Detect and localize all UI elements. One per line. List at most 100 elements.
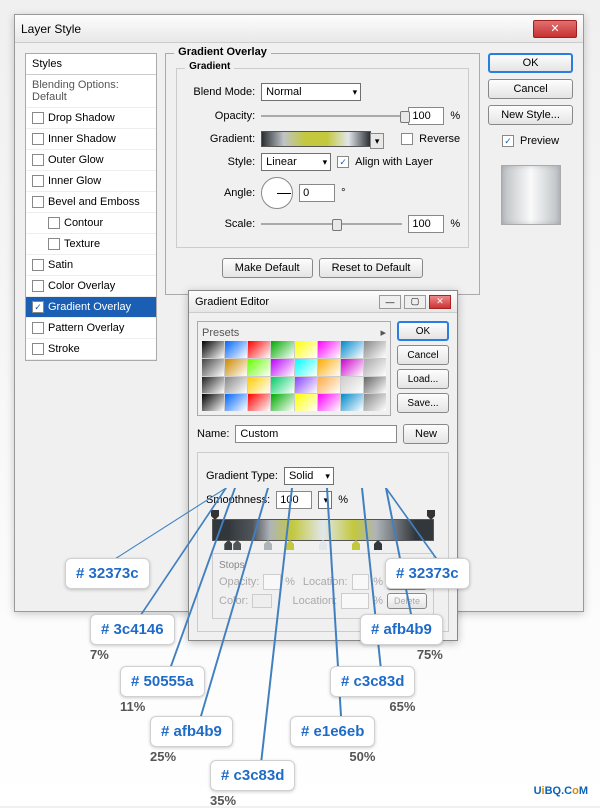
angle-dial[interactable] — [261, 177, 293, 209]
stop-location-input[interactable] — [341, 593, 369, 609]
preset-swatch[interactable] — [318, 394, 340, 411]
opacity-input[interactable]: 100 — [408, 107, 444, 125]
preset-swatch[interactable] — [364, 341, 386, 358]
presets-grid[interactable] — [202, 341, 386, 411]
preset-swatch[interactable] — [341, 341, 363, 358]
style-item-inner-glow[interactable]: Inner Glow — [26, 171, 156, 192]
preset-swatch[interactable] — [248, 394, 270, 411]
checkbox-icon[interactable] — [32, 322, 44, 334]
cancel-button[interactable]: Cancel — [488, 79, 573, 99]
grad-type-select[interactable]: Solid — [284, 467, 334, 485]
blending-options-item[interactable]: Blending Options: Default — [26, 75, 156, 108]
make-default-button[interactable]: Make Default — [222, 258, 313, 278]
color-stop[interactable] — [286, 540, 294, 550]
preset-swatch[interactable] — [295, 394, 317, 411]
reset-default-button[interactable]: Reset to Default — [319, 258, 424, 278]
color-stop[interactable] — [224, 540, 232, 550]
preset-swatch[interactable] — [202, 359, 224, 376]
style-item-gradient-overlay[interactable]: ✓Gradient Overlay — [26, 297, 156, 318]
checkbox-icon[interactable] — [32, 280, 44, 292]
preset-swatch[interactable] — [318, 341, 340, 358]
style-item-color-overlay[interactable]: Color Overlay — [26, 276, 156, 297]
color-stop[interactable] — [233, 540, 241, 550]
preview-checkbox[interactable]: ✓ — [502, 135, 514, 147]
angle-input[interactable]: 0 — [299, 184, 335, 202]
style-item-texture[interactable]: Texture — [26, 234, 156, 255]
color-stop[interactable] — [352, 540, 360, 550]
presets-menu-icon[interactable]: ▸ — [380, 326, 386, 339]
ge-save-button[interactable]: Save... — [397, 393, 449, 413]
style-item-stroke[interactable]: Stroke — [26, 339, 156, 360]
preset-swatch[interactable] — [364, 394, 386, 411]
preset-swatch[interactable] — [295, 359, 317, 376]
checkbox-icon[interactable] — [32, 133, 44, 145]
checkbox-icon[interactable]: ✓ — [32, 301, 44, 313]
titlebar[interactable]: Layer Style ✕ — [15, 15, 583, 43]
opacity-stop[interactable] — [211, 510, 219, 520]
style-item-contour[interactable]: Contour — [26, 213, 156, 234]
preset-swatch[interactable] — [248, 341, 270, 358]
preset-swatch[interactable] — [295, 341, 317, 358]
scale-slider[interactable] — [261, 217, 402, 231]
preset-swatch[interactable] — [271, 377, 293, 394]
ge-close-button[interactable]: ✕ — [429, 295, 451, 309]
preset-swatch[interactable] — [295, 377, 317, 394]
new-style-button[interactable]: New Style... — [488, 105, 573, 125]
style-item-bevel-and-emboss[interactable]: Bevel and Emboss — [26, 192, 156, 213]
maximize-icon[interactable]: ▢ — [404, 295, 426, 309]
new-gradient-button[interactable]: New — [403, 424, 449, 444]
delete-opacity-stop-button[interactable]: Delete — [387, 574, 427, 590]
close-button[interactable]: ✕ — [533, 20, 577, 38]
preset-swatch[interactable] — [341, 394, 363, 411]
reverse-checkbox[interactable] — [401, 133, 413, 145]
checkbox-icon[interactable] — [32, 175, 44, 187]
preset-swatch[interactable] — [364, 359, 386, 376]
checkbox-icon[interactable] — [48, 217, 60, 229]
ok-button[interactable]: OK — [488, 53, 573, 73]
stop-color-swatch[interactable] — [252, 594, 272, 608]
color-stop[interactable] — [264, 540, 272, 550]
preset-swatch[interactable] — [271, 341, 293, 358]
preset-swatch[interactable] — [248, 359, 270, 376]
smoothness-dropdown-icon[interactable] — [318, 491, 332, 509]
scale-input[interactable]: 100 — [408, 215, 444, 233]
preset-swatch[interactable] — [225, 341, 247, 358]
name-input[interactable]: Custom — [235, 425, 397, 443]
style-item-inner-shadow[interactable]: Inner Shadow — [26, 129, 156, 150]
delete-color-stop-button[interactable]: Delete — [387, 593, 427, 609]
checkbox-icon[interactable] — [32, 343, 44, 355]
blend-mode-select[interactable]: Normal — [261, 83, 361, 101]
color-stop[interactable] — [374, 540, 382, 550]
checkbox-icon[interactable] — [32, 259, 44, 271]
style-select[interactable]: Linear — [261, 153, 331, 171]
preset-swatch[interactable] — [225, 394, 247, 411]
preset-swatch[interactable] — [202, 341, 224, 358]
preset-swatch[interactable] — [202, 377, 224, 394]
checkbox-icon[interactable] — [48, 238, 60, 250]
preset-swatch[interactable] — [225, 359, 247, 376]
smoothness-input[interactable]: 100 — [276, 491, 312, 509]
color-stop[interactable] — [319, 540, 327, 550]
preset-swatch[interactable] — [202, 394, 224, 411]
preset-swatch[interactable] — [225, 377, 247, 394]
checkbox-icon[interactable] — [32, 154, 44, 166]
preset-swatch[interactable] — [318, 359, 340, 376]
opacity-slider[interactable] — [261, 109, 402, 123]
style-item-satin[interactable]: Satin — [26, 255, 156, 276]
style-item-drop-shadow[interactable]: Drop Shadow — [26, 108, 156, 129]
gradient-bar[interactable] — [212, 519, 434, 541]
stop-opacity-input[interactable] — [263, 574, 281, 590]
ge-titlebar[interactable]: Gradient Editor — ▢ ✕ — [189, 291, 457, 313]
style-item-pattern-overlay[interactable]: Pattern Overlay — [26, 318, 156, 339]
preset-swatch[interactable] — [271, 394, 293, 411]
style-item-outer-glow[interactable]: Outer Glow — [26, 150, 156, 171]
checkbox-icon[interactable] — [32, 112, 44, 124]
opacity-stop[interactable] — [427, 510, 435, 520]
preset-swatch[interactable] — [341, 359, 363, 376]
align-checkbox[interactable]: ✓ — [337, 156, 349, 168]
preset-swatch[interactable] — [318, 377, 340, 394]
preset-swatch[interactable] — [341, 377, 363, 394]
stop-location-input[interactable] — [352, 574, 370, 590]
ge-load-button[interactable]: Load... — [397, 369, 449, 389]
preset-swatch[interactable] — [364, 377, 386, 394]
